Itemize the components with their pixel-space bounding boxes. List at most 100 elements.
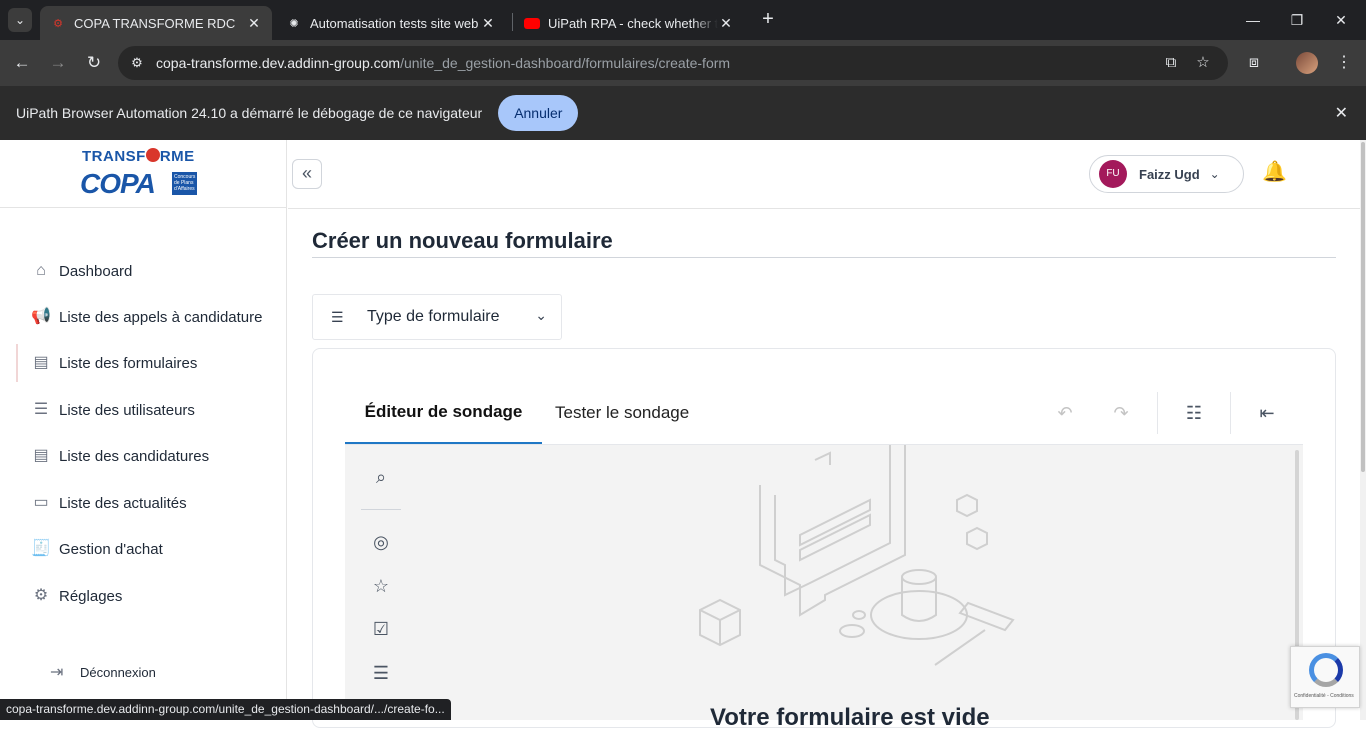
chevron-down-icon: ⌄ xyxy=(535,307,547,323)
checkbox-question-icon[interactable]: ☑ xyxy=(368,616,394,642)
page-title: Créer un nouveau formulaire xyxy=(312,228,613,253)
page-header: « FU Faizz Ugd ⌄ 🔔 xyxy=(288,140,1360,209)
sidebar-item-label: Liste des appels à candidature xyxy=(59,308,263,326)
tab-label: Éditeur de sondage xyxy=(364,402,523,421)
back-button[interactable]: ← xyxy=(9,50,35,76)
copa-favicon-icon: ⚙ xyxy=(53,17,63,30)
sidebar-item-formulaires[interactable]: ▤ Liste des formulaires xyxy=(0,340,286,386)
dropdown-question-icon[interactable]: ☰ xyxy=(368,660,394,686)
receipt-icon: 🧾 xyxy=(31,540,51,557)
tab-title: COPA TRANSFORME RDC xyxy=(74,15,236,31)
gear-icon: ⚙ xyxy=(33,587,49,604)
sidebar-item-label: Réglages xyxy=(59,587,123,605)
tab-label: Tester le sondage xyxy=(555,403,690,422)
page-scrollbar-thumb[interactable] xyxy=(1361,142,1365,472)
sidebar-item-achat[interactable]: 🧾 Gestion d'achat xyxy=(0,526,286,572)
menu-kebab-icon[interactable]: ⋮ xyxy=(1331,50,1357,76)
sidebar-item-label: Liste des formulaires xyxy=(59,354,198,372)
close-tab-icon[interactable]: ✕ xyxy=(718,15,734,32)
logout-label: Déconnexion xyxy=(80,664,156,680)
tab-test-survey[interactable]: Tester le sondage xyxy=(555,382,689,444)
browser-tab-copa[interactable]: ⚙ COPA TRANSFORME RDC ✕ xyxy=(40,6,272,40)
document-icon: ▤ xyxy=(33,447,49,464)
undo-icon[interactable]: ↶ xyxy=(1050,398,1080,428)
notification-bell-icon[interactable]: 🔔 xyxy=(1262,159,1287,185)
browser-tab-bar: ⌄ ⚙ COPA TRANSFORME RDC ✕ ✺ Automatisati… xyxy=(0,0,1366,40)
redo-icon[interactable]: ↷ xyxy=(1106,398,1136,428)
bookmark-star-icon[interactable]: ☆ xyxy=(1192,52,1214,74)
gear-logo-icon xyxy=(145,148,160,162)
sidebar-item-candidatures[interactable]: ▤ Liste des candidatures xyxy=(0,433,286,479)
rating-star-icon[interactable]: ☆ xyxy=(368,573,394,599)
action-separator xyxy=(1157,392,1158,434)
close-tab-icon[interactable]: ✕ xyxy=(246,15,262,32)
form-type-label: Type de formulaire xyxy=(367,308,500,325)
reload-button[interactable]: ↻ xyxy=(81,50,107,76)
sidebar-item-appels[interactable]: 📢 Liste des appels à candidature xyxy=(0,294,286,340)
collapse-panel-icon[interactable]: ⇤ xyxy=(1252,398,1282,428)
cancel-debug-button[interactable]: Annuler xyxy=(498,95,579,131)
recaptcha-badge[interactable]: Confidentialité - Conditions xyxy=(1290,646,1360,708)
megaphone-icon: 📢 xyxy=(31,308,51,325)
sidebar-item-actualites[interactable]: ▭ Liste des actualités xyxy=(0,480,286,526)
sidebar-item-dashboard[interactable]: ⌂ Dashboard xyxy=(0,248,286,294)
browser-toolbar: ← → ↻ ⚙ copa-transforme.dev.addinn-group… xyxy=(0,40,1366,86)
profile-avatar[interactable] xyxy=(1296,52,1318,74)
logo-badge: Concours de Plans d'Affaires xyxy=(172,172,197,195)
site-info-icon[interactable]: ⚙ xyxy=(126,55,148,71)
infobar-text: UiPath Browser Automation 24.10 a démarr… xyxy=(16,105,483,121)
logo[interactable]: TRANSF RME COPA Concours de Plans d'Affai… xyxy=(0,140,286,208)
translate-icon[interactable]: ⧉ xyxy=(1160,52,1182,74)
empty-form-illustration xyxy=(699,445,1015,666)
address-bar[interactable]: ⚙ copa-transforme.dev.addinn-group.com/u… xyxy=(118,46,1228,80)
sidebar-item-label: Liste des actualités xyxy=(59,494,187,512)
news-icon: ▭ xyxy=(33,494,49,511)
user-name: Faizz Ugd xyxy=(1139,166,1200,182)
users-list-icon: ☰ xyxy=(33,401,49,418)
extensions-icon[interactable]: ⧈ xyxy=(1241,50,1267,76)
tab-survey-editor[interactable]: Éditeur de sondage xyxy=(345,382,542,444)
browser-tab-uipath[interactable]: UiPath RPA - check whether the ✕ xyxy=(514,6,744,40)
form-type-select[interactable]: ☰ Type de formulaire ⌄ xyxy=(312,294,562,340)
sidebar-item-label: Dashboard xyxy=(59,262,133,280)
radio-question-icon[interactable]: ◎ xyxy=(368,529,394,555)
avatar: FU xyxy=(1099,160,1127,188)
sidebar-item-label: Liste des candidatures xyxy=(59,447,210,465)
sidebar: TRANSF RME COPA Concours de Plans d'Affai… xyxy=(0,140,287,720)
close-window-button[interactable]: ✕ xyxy=(1326,8,1356,32)
user-menu[interactable]: FU Faizz Ugd ⌄ xyxy=(1089,155,1244,193)
logo-wordmark-top: TRANSF RME xyxy=(82,148,195,165)
debug-infobar: UiPath Browser Automation 24.10 a démarr… xyxy=(0,86,1366,140)
close-infobar-icon[interactable]: ✕ xyxy=(1335,103,1348,123)
sidebar-item-label: Liste des utilisateurs xyxy=(59,401,195,419)
designer-canvas xyxy=(345,445,1303,720)
youtube-favicon-icon xyxy=(524,15,540,31)
sidebar-item-reglages[interactable]: ⚙ Réglages xyxy=(0,573,286,619)
filter-icon: ☰ xyxy=(331,308,344,325)
recaptcha-text: Confidentialité - Conditions xyxy=(1294,693,1354,699)
restore-button[interactable]: ❐ xyxy=(1282,8,1312,32)
sidebar-item-label: Gestion d'achat xyxy=(59,540,163,558)
search-icon[interactable]: ⌕ xyxy=(368,464,394,490)
collapse-sidebar-button[interactable]: « xyxy=(292,159,322,189)
recaptcha-logo-icon xyxy=(1309,653,1343,687)
chevron-down-icon: ⌄ xyxy=(1209,167,1220,181)
logo-wordmark-copa: COPA xyxy=(80,168,156,199)
browser-tab-automation[interactable]: ✺ Automatisation tests site web ✕ xyxy=(276,6,506,40)
new-tab-button[interactable]: + xyxy=(758,8,778,32)
url-text: copa-transforme.dev.addinn-group.com/uni… xyxy=(156,55,731,71)
empty-form-title: Votre formulaire est vide xyxy=(710,704,990,731)
minimize-button[interactable]: — xyxy=(1238,8,1268,32)
close-tab-icon[interactable]: ✕ xyxy=(480,15,496,32)
tab-search-button[interactable]: ⌄ xyxy=(8,8,32,32)
openai-favicon-icon: ✺ xyxy=(289,17,299,30)
home-icon: ⌂ xyxy=(36,262,46,279)
logout-button[interactable]: ⇥ Déconnexion xyxy=(50,662,156,682)
forward-button[interactable]: → xyxy=(45,50,71,76)
tab-title: UiPath RPA - check whether the xyxy=(548,15,718,31)
toolbox-divider xyxy=(361,509,401,510)
sidebar-item-utilisateurs[interactable]: ☰ Liste des utilisateurs xyxy=(0,387,286,433)
link-status-bar: copa-transforme.dev.addinn-group.com/uni… xyxy=(0,699,451,720)
tab-separator xyxy=(512,13,513,31)
settings-sliders-icon[interactable]: ☷ xyxy=(1179,398,1209,428)
